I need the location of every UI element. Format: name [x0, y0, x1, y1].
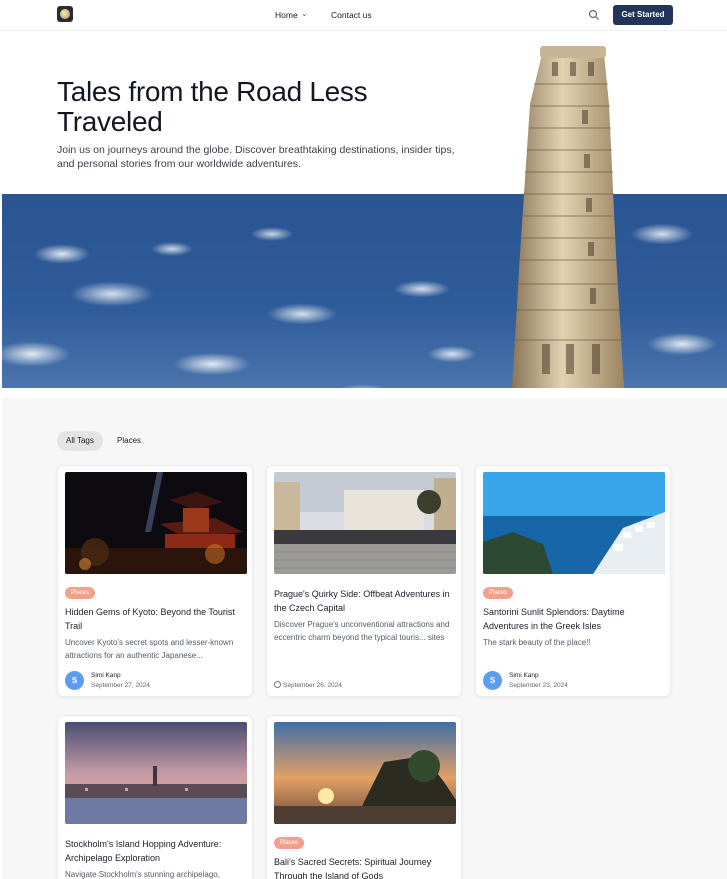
post-card-bali[interactable]: Places Bali's Sacred Secrets: Spiritual …	[266, 715, 462, 879]
post-title[interactable]: Prague's Quirky Side: Offbeat Adventures…	[274, 587, 456, 615]
post-title[interactable]: Hidden Gems of Kyoto: Beyond the Tourist…	[65, 605, 247, 633]
get-started-button[interactable]: Get Started	[613, 5, 673, 25]
post-date: September 27, 2024	[91, 682, 150, 689]
author-name: Simi Kanp	[91, 672, 121, 679]
post-excerpt: The stark beauty of the place!!	[483, 638, 591, 647]
author-avatar: S	[483, 671, 502, 690]
category-badge: Places	[483, 587, 514, 599]
search-icon[interactable]	[588, 9, 600, 21]
post-excerpt: Navigate Stockholm's stunning archipelag…	[65, 870, 220, 879]
nav-contact-link[interactable]: Contact us	[331, 10, 372, 20]
clock-icon	[274, 681, 281, 688]
post-title[interactable]: Santorini Sunlit Splendors: Daytime Adve…	[483, 605, 665, 633]
post-title[interactable]: Bali's Sacred Secrets: Spiritual Journey…	[274, 855, 456, 879]
tag-places[interactable]: Places	[108, 431, 151, 451]
chevron-down-icon[interactable]: ⌄	[301, 9, 308, 18]
category-badge: Places	[274, 837, 305, 849]
post-title[interactable]: Stockholm's Island Hopping Adventure: Ar…	[65, 837, 247, 865]
post-excerpt: Uncover Kyoto's secret spots and lesser-…	[65, 638, 234, 660]
category-badge: Places	[65, 587, 96, 599]
post-date-text: September 26, 2024	[283, 682, 342, 689]
kyoto-image	[65, 472, 247, 574]
post-date: September 26, 2024	[274, 681, 342, 689]
post-card-santorini[interactable]: Places Santorini Sunlit Splendors: Dayti…	[475, 465, 671, 697]
author-avatar: S	[65, 671, 84, 690]
prague-image	[274, 472, 456, 574]
stockholm-image	[65, 722, 247, 824]
author-name: Simi Kanp	[509, 672, 539, 679]
tag-all-tags[interactable]: All Tags	[57, 431, 103, 451]
post-date: September 23, 2024	[509, 682, 568, 689]
post-card-prague[interactable]: Prague's Quirky Side: Offbeat Adventures…	[266, 465, 462, 697]
site-logo[interactable]	[57, 6, 73, 22]
top-nav: Home ⌄ Contact us Get Started	[0, 0, 727, 31]
santorini-image	[483, 472, 665, 574]
nav-home-link[interactable]: Home	[275, 10, 298, 20]
hero-subtitle: Join us on journeys around the globe. Di…	[57, 144, 455, 170]
post-card-stockholm[interactable]: Stockholm's Island Hopping Adventure: Ar…	[57, 715, 253, 879]
bali-image	[274, 722, 456, 824]
post-card-kyoto[interactable]: Places Hidden Gems of Kyoto: Beyond the …	[57, 465, 253, 697]
post-excerpt: Discover Prague's unconventional attract…	[274, 620, 450, 642]
hero-title: Tales from the Road Less Traveled	[57, 76, 368, 137]
leaning-tower-image	[512, 46, 624, 388]
